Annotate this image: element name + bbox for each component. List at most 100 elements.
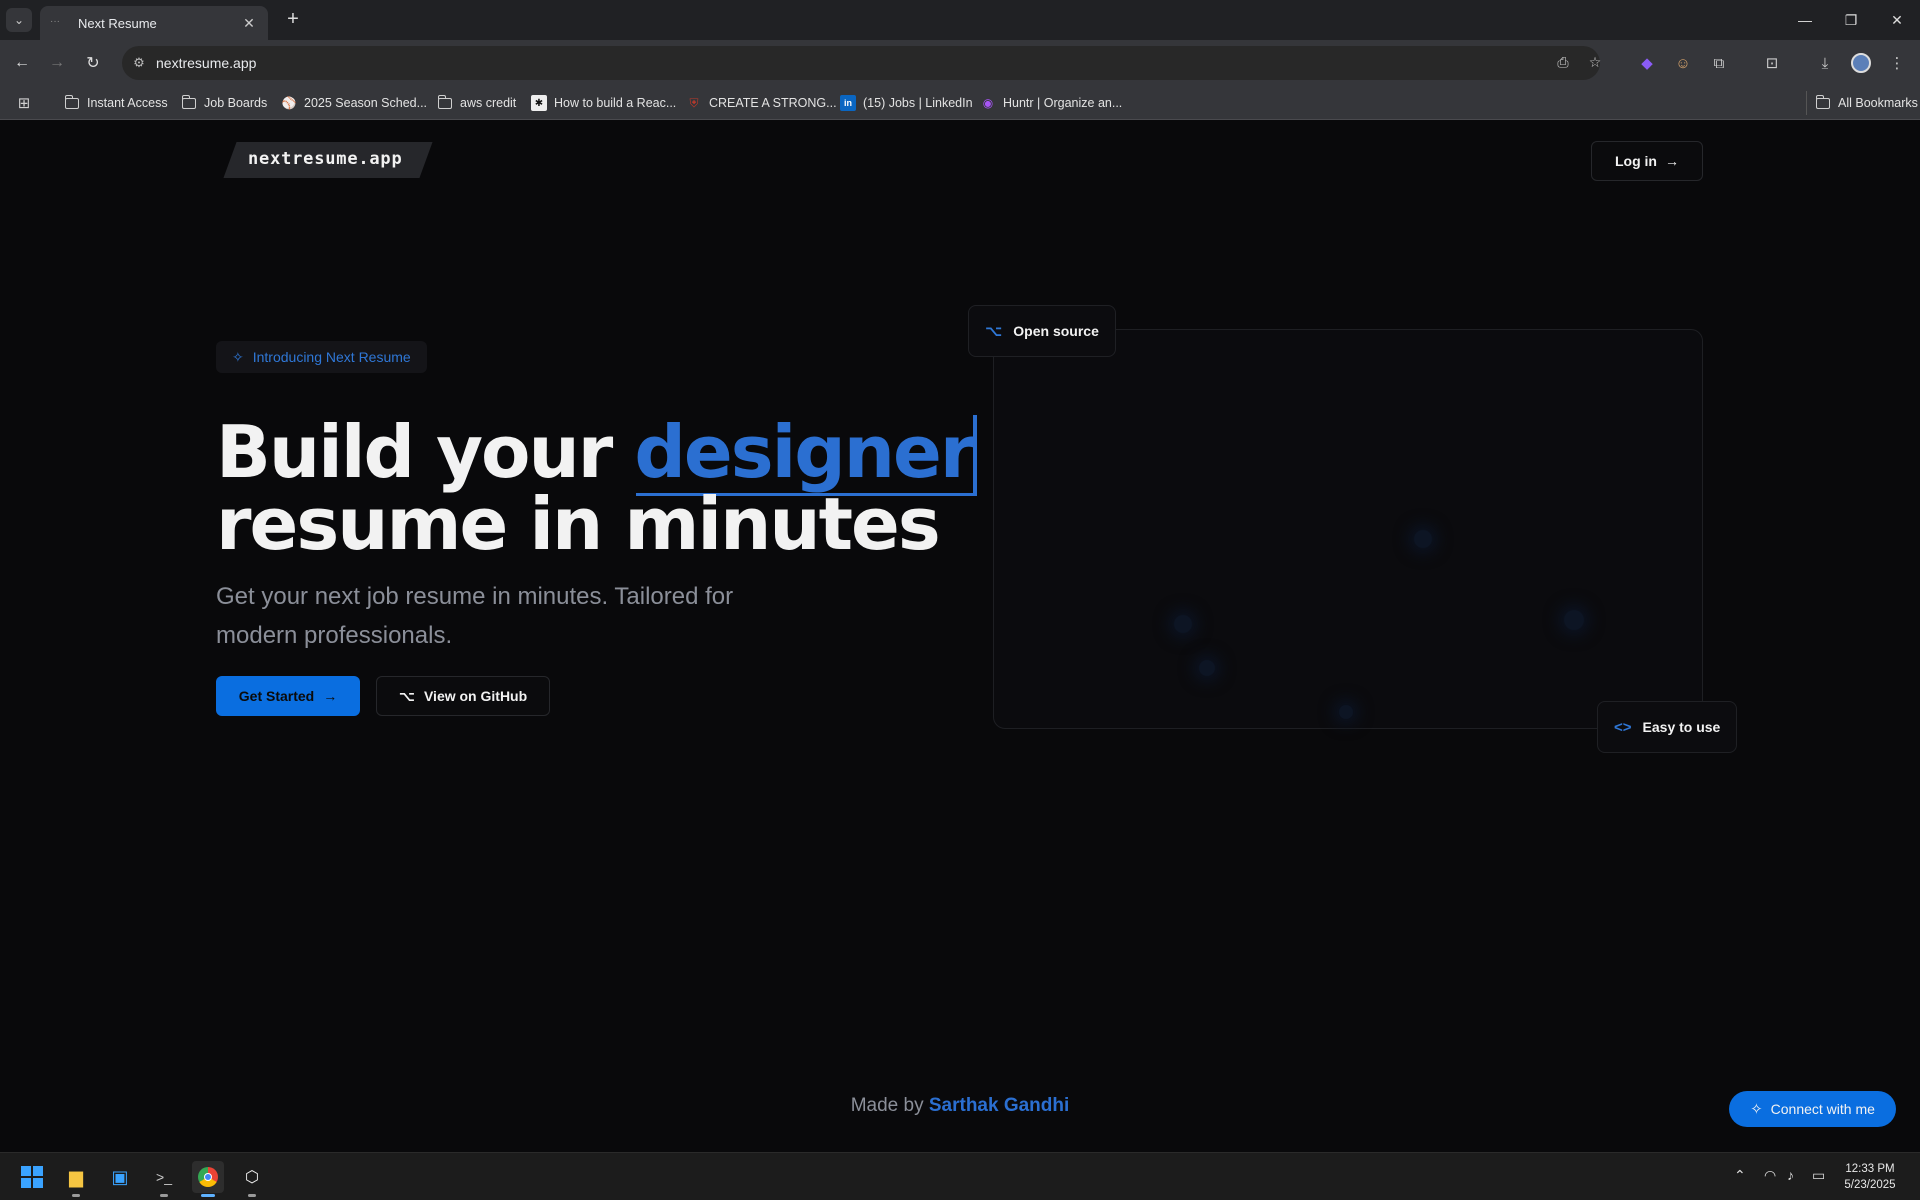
profile-avatar[interactable]: [1848, 50, 1874, 76]
site-info-icon[interactable]: ⚙: [122, 55, 156, 71]
connect-button[interactable]: ✧ Connect with me: [1729, 1091, 1896, 1127]
particle-dot: [1174, 615, 1192, 633]
bookmark-star-icon[interactable]: ☆: [1583, 50, 1607, 74]
view-github-label: View on GitHub: [423, 688, 528, 704]
store-icon[interactable]: ▣: [104, 1161, 136, 1193]
downloads-icon[interactable]: ⤓: [1812, 50, 1838, 76]
terminal-icon[interactable]: >_: [148, 1161, 180, 1197]
address-bar[interactable]: ⚙ nextresume.app: [122, 46, 1600, 80]
bookmark-huntr[interactable]: ◉ Huntr | Organize an...: [980, 91, 1123, 115]
bat-icon: ⚾: [281, 96, 297, 110]
typing-caret: [973, 415, 978, 493]
bookmark-label: CREATE A STRONG...: [709, 96, 837, 110]
login-label: Log in: [1615, 153, 1657, 169]
chevron-down-icon: ⌄: [13, 13, 25, 27]
windows-taskbar: ▆ ▣ >_ ⬡ ⌃ ◠ ♪ ▭ 12:33 PM 5/23/2025: [0, 1152, 1920, 1200]
bookmark-linkedin-jobs[interactable]: in (15) Jobs | LinkedIn: [840, 91, 973, 115]
new-tab-button[interactable]: +: [280, 8, 306, 32]
sparkles-icon: ✧: [232, 348, 244, 365]
bookmark-label: Instant Access: [87, 96, 168, 110]
bookmark-label: (15) Jobs | LinkedIn: [863, 96, 973, 110]
back-button[interactable]: ←: [8, 49, 36, 77]
headline-line-2: resume in minutes: [216, 482, 941, 566]
arrow-right-icon: →: [323, 688, 338, 704]
all-bookmarks-button[interactable]: All Bookmarks: [1806, 91, 1918, 115]
file-explorer-icon[interactable]: ▆: [60, 1161, 92, 1197]
install-app-icon[interactable]: ⎙: [1551, 50, 1575, 74]
preview-panel: [993, 329, 1703, 729]
chrome-icon[interactable]: [192, 1161, 224, 1197]
bookmark-aws-credit[interactable]: aws credit: [437, 91, 516, 115]
get-started-label: Get Started: [238, 688, 315, 704]
apps-grid-icon[interactable]: ⊞: [16, 91, 39, 115]
minimize-button[interactable]: —: [1782, 0, 1828, 40]
site-logo[interactable]: nextresume.app: [248, 149, 403, 169]
bookmark-create-strong[interactable]: ⛨ CREATE A STRONG...: [686, 91, 837, 115]
browser-tab[interactable]: ··· Next Resume ✕: [40, 6, 268, 40]
hero-subtitle: Get your next job resume in minutes. Tai…: [216, 583, 734, 649]
folder-icon: [437, 94, 453, 111]
show-hidden-icons-icon[interactable]: ⌃: [1734, 1167, 1746, 1184]
folder-icon: [181, 94, 197, 111]
page-content: nextresume.app Log in → ✧ Introducing Ne…: [0, 120, 1920, 1152]
screenshot-icon[interactable]: ⊡: [1759, 50, 1785, 76]
bookmark-build-react[interactable]: ✱ How to build a Reac...: [531, 91, 676, 115]
tab-search-button[interactable]: ⌄: [6, 8, 32, 32]
author-link[interactable]: Sarthak Gandhi: [929, 1095, 1069, 1116]
url-text: nextresume.app: [156, 55, 257, 71]
login-button[interactable]: Log in →: [1591, 141, 1703, 181]
tab-title: Next Resume: [78, 15, 157, 31]
extensions-puzzle-icon[interactable]: ⧉: [1706, 50, 1732, 76]
bookmarks-bar: ⊞ Instant Access Job Boards ⚾ 2025 Season…: [0, 85, 1920, 120]
restore-button[interactable]: ❐: [1828, 0, 1874, 40]
github-icon: ⌥: [398, 687, 415, 704]
reload-button[interactable]: ↻: [79, 49, 107, 77]
open-source-badge: ⌥ Open source: [968, 305, 1116, 357]
code-brackets-icon: <>: [1614, 718, 1632, 736]
easy-to-use-badge: <> Easy to use: [1597, 701, 1738, 753]
browser-toolbar: ← → ↻ ⚙ nextresume.app ⎙ ☆ ◆ ☺ ⧉ ⊡ ⤓ ⋮: [0, 40, 1920, 85]
extension-avatar-icon[interactable]: ☺: [1670, 50, 1696, 76]
site-icon: ✱: [531, 95, 547, 111]
connect-label: Connect with me: [1770, 1101, 1875, 1117]
folder-icon: [1815, 94, 1831, 111]
clock-date: 5/23/2025: [1844, 1179, 1896, 1191]
view-github-button[interactable]: ⌥ View on GitHub: [376, 676, 550, 716]
all-bookmarks-label: All Bookmarks: [1838, 96, 1918, 110]
battery-icon[interactable]: ▭: [1812, 1167, 1825, 1184]
bookmark-label: How to build a Reac...: [554, 96, 677, 110]
huntr-icon: ◉: [982, 96, 994, 110]
bookmark-label: aws credit: [460, 96, 517, 110]
bookmark-season-schedule[interactable]: ⚾ 2025 Season Sched...: [281, 91, 428, 115]
system-clock[interactable]: 12:33 PM 5/23/2025: [1830, 1161, 1910, 1193]
clock-time: 12:33 PM: [1845, 1163, 1895, 1175]
windows-start-icon[interactable]: [16, 1161, 48, 1193]
bookmark-label: Huntr | Organize an...: [1003, 96, 1123, 110]
menu-kebab-icon[interactable]: ⋮: [1884, 50, 1910, 76]
particle-dot: [1564, 610, 1584, 630]
particle-dot: [1339, 705, 1353, 719]
wifi-icon[interactable]: ◠: [1764, 1167, 1776, 1184]
close-window-button[interactable]: ✕: [1874, 0, 1920, 40]
footer-credit: Made by Sarthak Gandhi: [0, 1095, 1920, 1117]
bookmark-label: 2025 Season Sched...: [304, 96, 428, 110]
sparkles-icon: ✧: [1750, 1101, 1763, 1118]
github-icon: ⌥: [985, 323, 1003, 340]
shield-icon: ⛨: [689, 95, 699, 110]
volume-icon[interactable]: ♪: [1787, 1167, 1794, 1183]
browser-title-bar: ⌄ ··· Next Resume ✕ + — ❐ ✕: [0, 0, 1920, 40]
forward-button[interactable]: →: [43, 49, 71, 77]
favicon-icon: ···: [50, 16, 60, 27]
get-started-button[interactable]: Get Started →: [216, 676, 360, 716]
bookmark-job-boards[interactable]: Job Boards: [181, 91, 267, 115]
bookmark-label: Job Boards: [204, 96, 268, 110]
bookmark-instant-access[interactable]: Instant Access: [64, 91, 168, 115]
close-tab-icon[interactable]: ✕: [240, 14, 258, 32]
intro-badge-label: Introducing Next Resume: [252, 349, 411, 365]
extension-diamond-icon[interactable]: ◆: [1634, 50, 1660, 76]
app-icon[interactable]: ⬡: [236, 1161, 268, 1197]
particle-dot: [1199, 660, 1215, 676]
footer-prefix: Made by: [850, 1095, 929, 1116]
linkedin-icon: in: [840, 95, 856, 111]
particle-dot: [1414, 530, 1432, 548]
